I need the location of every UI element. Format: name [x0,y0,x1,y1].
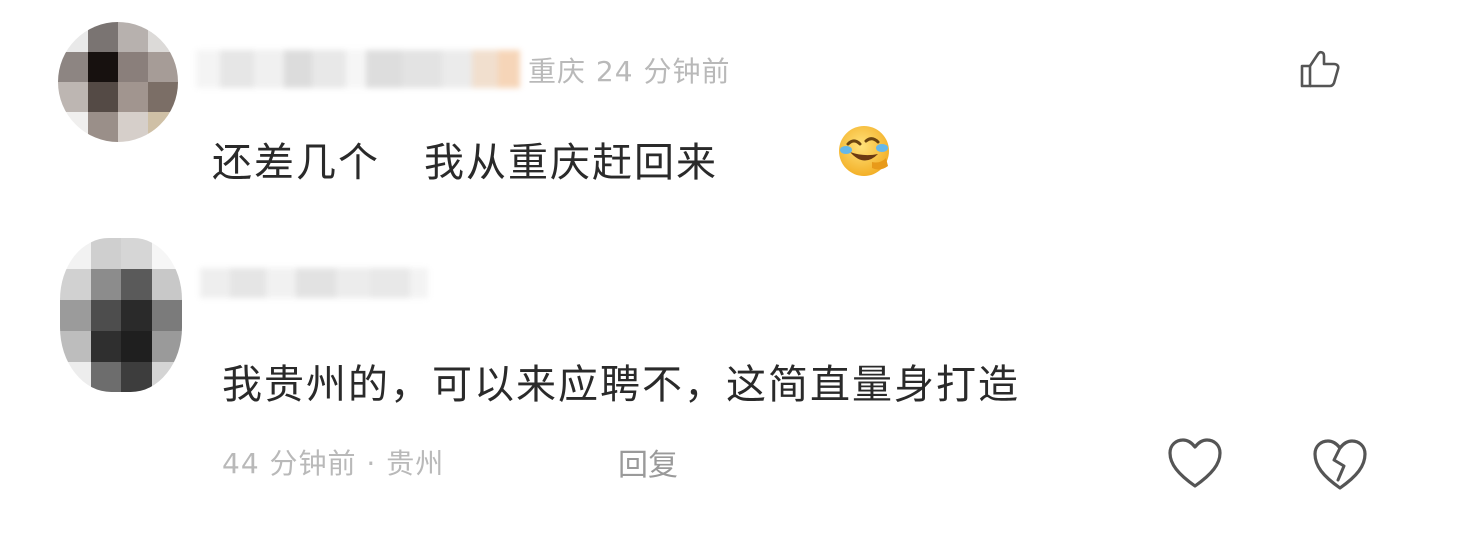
reply-button[interactable]: 回复 [618,440,678,484]
heart-icon[interactable] [1166,436,1224,490]
comment-meta: 44 分钟前 · 贵州 [222,447,445,480]
comment-content: 我贵州的，可以来应聘不，这简直量身打造 [222,362,1020,408]
comment-text-part2: 我从重庆赶回来 [424,140,718,186]
laughing-crying-face-icon [839,126,889,176]
username-blurred[interactable] [196,50,520,88]
avatar[interactable] [60,238,182,392]
thumbs-up-icon[interactable] [1296,44,1344,92]
broken-heart-icon[interactable] [1310,436,1370,492]
comment-item: 我贵州的，可以来应聘不，这简直量身打造 44 分钟前 · 贵州 回复 [0,230,1460,536]
username-blurred[interactable] [200,268,428,298]
avatar[interactable] [58,22,178,142]
comment-meta: 重庆 24 分钟前 [528,50,730,90]
time-text: 24 分钟前 [595,55,731,88]
comment-content: 还差几个 我从重庆赶回来 [212,130,718,188]
location-text: 重庆 [528,55,587,88]
comment-text-part1: 还差几个 [212,140,380,186]
comment-item: 重庆 24 分钟前 还差几个 我从重庆赶回来 [0,0,1460,230]
